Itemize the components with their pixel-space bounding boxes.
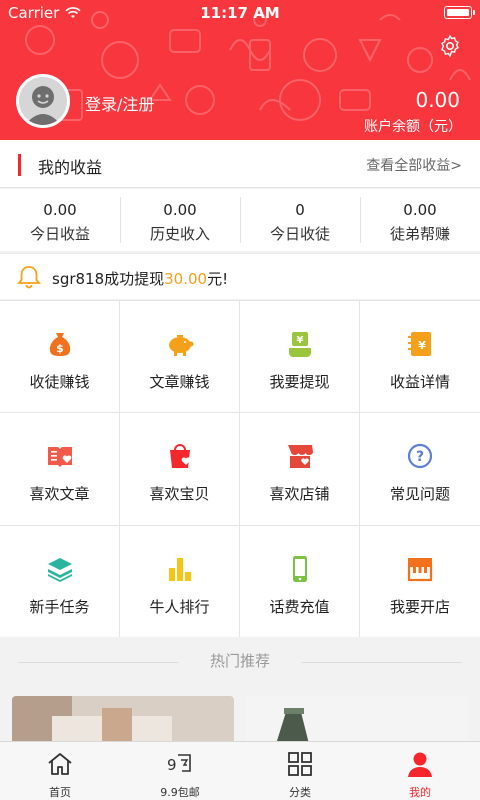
- stat-label: 历史收入: [149, 225, 210, 243]
- category-icon: [288, 752, 312, 776]
- stat-value: 0.00: [163, 201, 197, 219]
- ranking-icon: [168, 557, 191, 581]
- svg-text:¥: ¥: [296, 335, 303, 346]
- grid-item-label: 话费充值: [269, 597, 330, 616]
- feature-grid: $ 收徒赚钱 文章赚钱 ¥ 我要提现 ¥ 收益详情 喜欢文章 喜欢宝贝 喜欢店铺…: [0, 300, 480, 637]
- recommend-card[interactable]: [12, 696, 234, 744]
- grid-item-faq[interactable]: ? 常见问题: [360, 412, 480, 524]
- bell-icon: [17, 266, 41, 289]
- withdraw-notice: sgr818成功提现30.00元!: [0, 253, 480, 299]
- svg-text:¥: ¥: [418, 339, 426, 352]
- grid-item-article-earn[interactable]: 文章赚钱: [120, 300, 240, 413]
- notice-text: sgr818成功提现30.00元!: [52, 268, 228, 289]
- grid-item-label: 文章赚钱: [149, 373, 210, 391]
- liked-item-icon: [169, 444, 190, 469]
- my-earnings-title: 我的收益: [38, 158, 103, 177]
- grid-item-label: 收益详情: [389, 373, 450, 391]
- phone-icon: [292, 555, 307, 582]
- grid-item-label: 喜欢宝贝: [149, 485, 210, 504]
- profile-header: Carrier 11:17 AM 登录/注册 0.00 账户余额（元）: [0, 0, 480, 140]
- user-icon: [408, 752, 432, 777]
- tab-label: 分类: [289, 786, 311, 799]
- bottom-tab-bar: 首页 9 9.9包邮 分类 我的: [0, 741, 480, 800]
- home-icon: [48, 753, 72, 775]
- earnings-stats: 0.00 今日收益 0.00 历史收入 0 今日收徒 0.00 徒弟帮赚: [0, 189, 480, 251]
- grid-item-withdraw[interactable]: ¥ 我要提现: [240, 300, 360, 413]
- tab-label: 9.9包邮: [160, 786, 200, 799]
- tab-mine[interactable]: 我的: [360, 742, 480, 800]
- recommend-card-image: [12, 696, 234, 744]
- view-all-earnings-link[interactable]: 查看全部收益>: [366, 155, 462, 175]
- battery-icon: [444, 6, 475, 19]
- stat-history-income[interactable]: 0.00 历史收入: [120, 189, 240, 251]
- grid-item-recruit-earn[interactable]: $ 收徒赚钱: [0, 300, 120, 413]
- svg-text:$: $: [56, 342, 64, 355]
- grid-item-liked-items[interactable]: 喜欢宝贝: [120, 412, 240, 525]
- grid-item-earnings-detail[interactable]: ¥ 收益详情: [360, 300, 480, 412]
- status-bar: Carrier 11:17 AM: [0, 0, 480, 26]
- tab-label: 首页: [49, 786, 71, 799]
- default-avatar-icon: [25, 86, 61, 125]
- status-time: 11:17 AM: [200, 4, 280, 22]
- stat-label: 今日收徒: [269, 225, 330, 243]
- login-register-link[interactable]: 登录/注册: [85, 91, 154, 115]
- section-accent-bar: [18, 154, 21, 176]
- grid-item-label: 喜欢文章: [29, 485, 90, 504]
- grid-item-novice-tasks[interactable]: 新手任务: [0, 524, 120, 637]
- piggy-bank-icon: [168, 335, 193, 356]
- stat-today-apprentices[interactable]: 0 今日收徒: [240, 189, 360, 251]
- grid-item-liked-articles[interactable]: 喜欢文章: [0, 412, 120, 525]
- grid-item-label: 牛人排行: [149, 597, 210, 616]
- grid-item-label: 我要开店: [389, 597, 450, 616]
- stat-today-earnings[interactable]: 0.00 今日收益: [0, 189, 120, 251]
- stat-apprentice-earnings[interactable]: 0.00 徒弟帮赚: [360, 189, 480, 251]
- grid-item-liked-shops[interactable]: 喜欢店铺: [240, 412, 360, 525]
- notice-prefix: sgr818成功提现: [52, 270, 165, 288]
- settings-gear-icon[interactable]: [438, 34, 462, 58]
- grid-item-phone-recharge[interactable]: 话费充值: [240, 524, 360, 637]
- recommend-card-image: [246, 696, 468, 744]
- stat-value: 0.00: [403, 201, 437, 219]
- divider-right: [302, 662, 462, 663]
- stat-label: 今日收益: [29, 225, 90, 243]
- open-shop-icon: [407, 557, 433, 581]
- recommend-card[interactable]: [246, 696, 468, 744]
- stat-label: 徒弟帮赚: [389, 225, 450, 243]
- stat-value: 0: [295, 201, 305, 219]
- liked-article-icon: [47, 447, 72, 468]
- grid-item-label: 收徒赚钱: [29, 373, 90, 391]
- money-bag-icon: $: [49, 333, 70, 356]
- grid-item-open-shop[interactable]: 我要开店: [360, 524, 480, 637]
- balance-value: 0.00: [415, 88, 460, 112]
- liked-shop-icon: [287, 445, 313, 469]
- svg-text:?: ?: [416, 449, 424, 465]
- grid-item-label: 新手任务: [29, 597, 90, 616]
- svg-text:9: 9: [167, 756, 177, 774]
- grid-item-label: 我要提现: [269, 373, 330, 391]
- tab-home[interactable]: 首页: [0, 742, 120, 800]
- notice-suffix: 元!: [207, 270, 229, 288]
- balance-label: 账户余额（元）: [364, 119, 462, 135]
- tab-category[interactable]: 分类: [240, 742, 360, 800]
- withdraw-icon: ¥: [288, 332, 311, 357]
- tab-nine-nine[interactable]: 9 9.9包邮: [120, 742, 240, 800]
- avatar[interactable]: [16, 74, 70, 128]
- earnings-detail-icon: ¥: [408, 332, 431, 356]
- question-icon: ?: [407, 444, 433, 469]
- nine-nine-icon: 9: [167, 754, 191, 774]
- grid-item-label: 常见问题: [389, 485, 450, 504]
- my-earnings-header: 我的收益 查看全部收益>: [0, 140, 480, 188]
- notice-amount: 30.00: [164, 270, 208, 288]
- layers-icon: [47, 557, 72, 582]
- stat-value: 0.00: [43, 201, 77, 219]
- grid-item-label: 喜欢店铺: [269, 485, 330, 504]
- tab-label: 我的: [409, 786, 431, 799]
- grid-item-ranking[interactable]: 牛人排行: [120, 524, 240, 637]
